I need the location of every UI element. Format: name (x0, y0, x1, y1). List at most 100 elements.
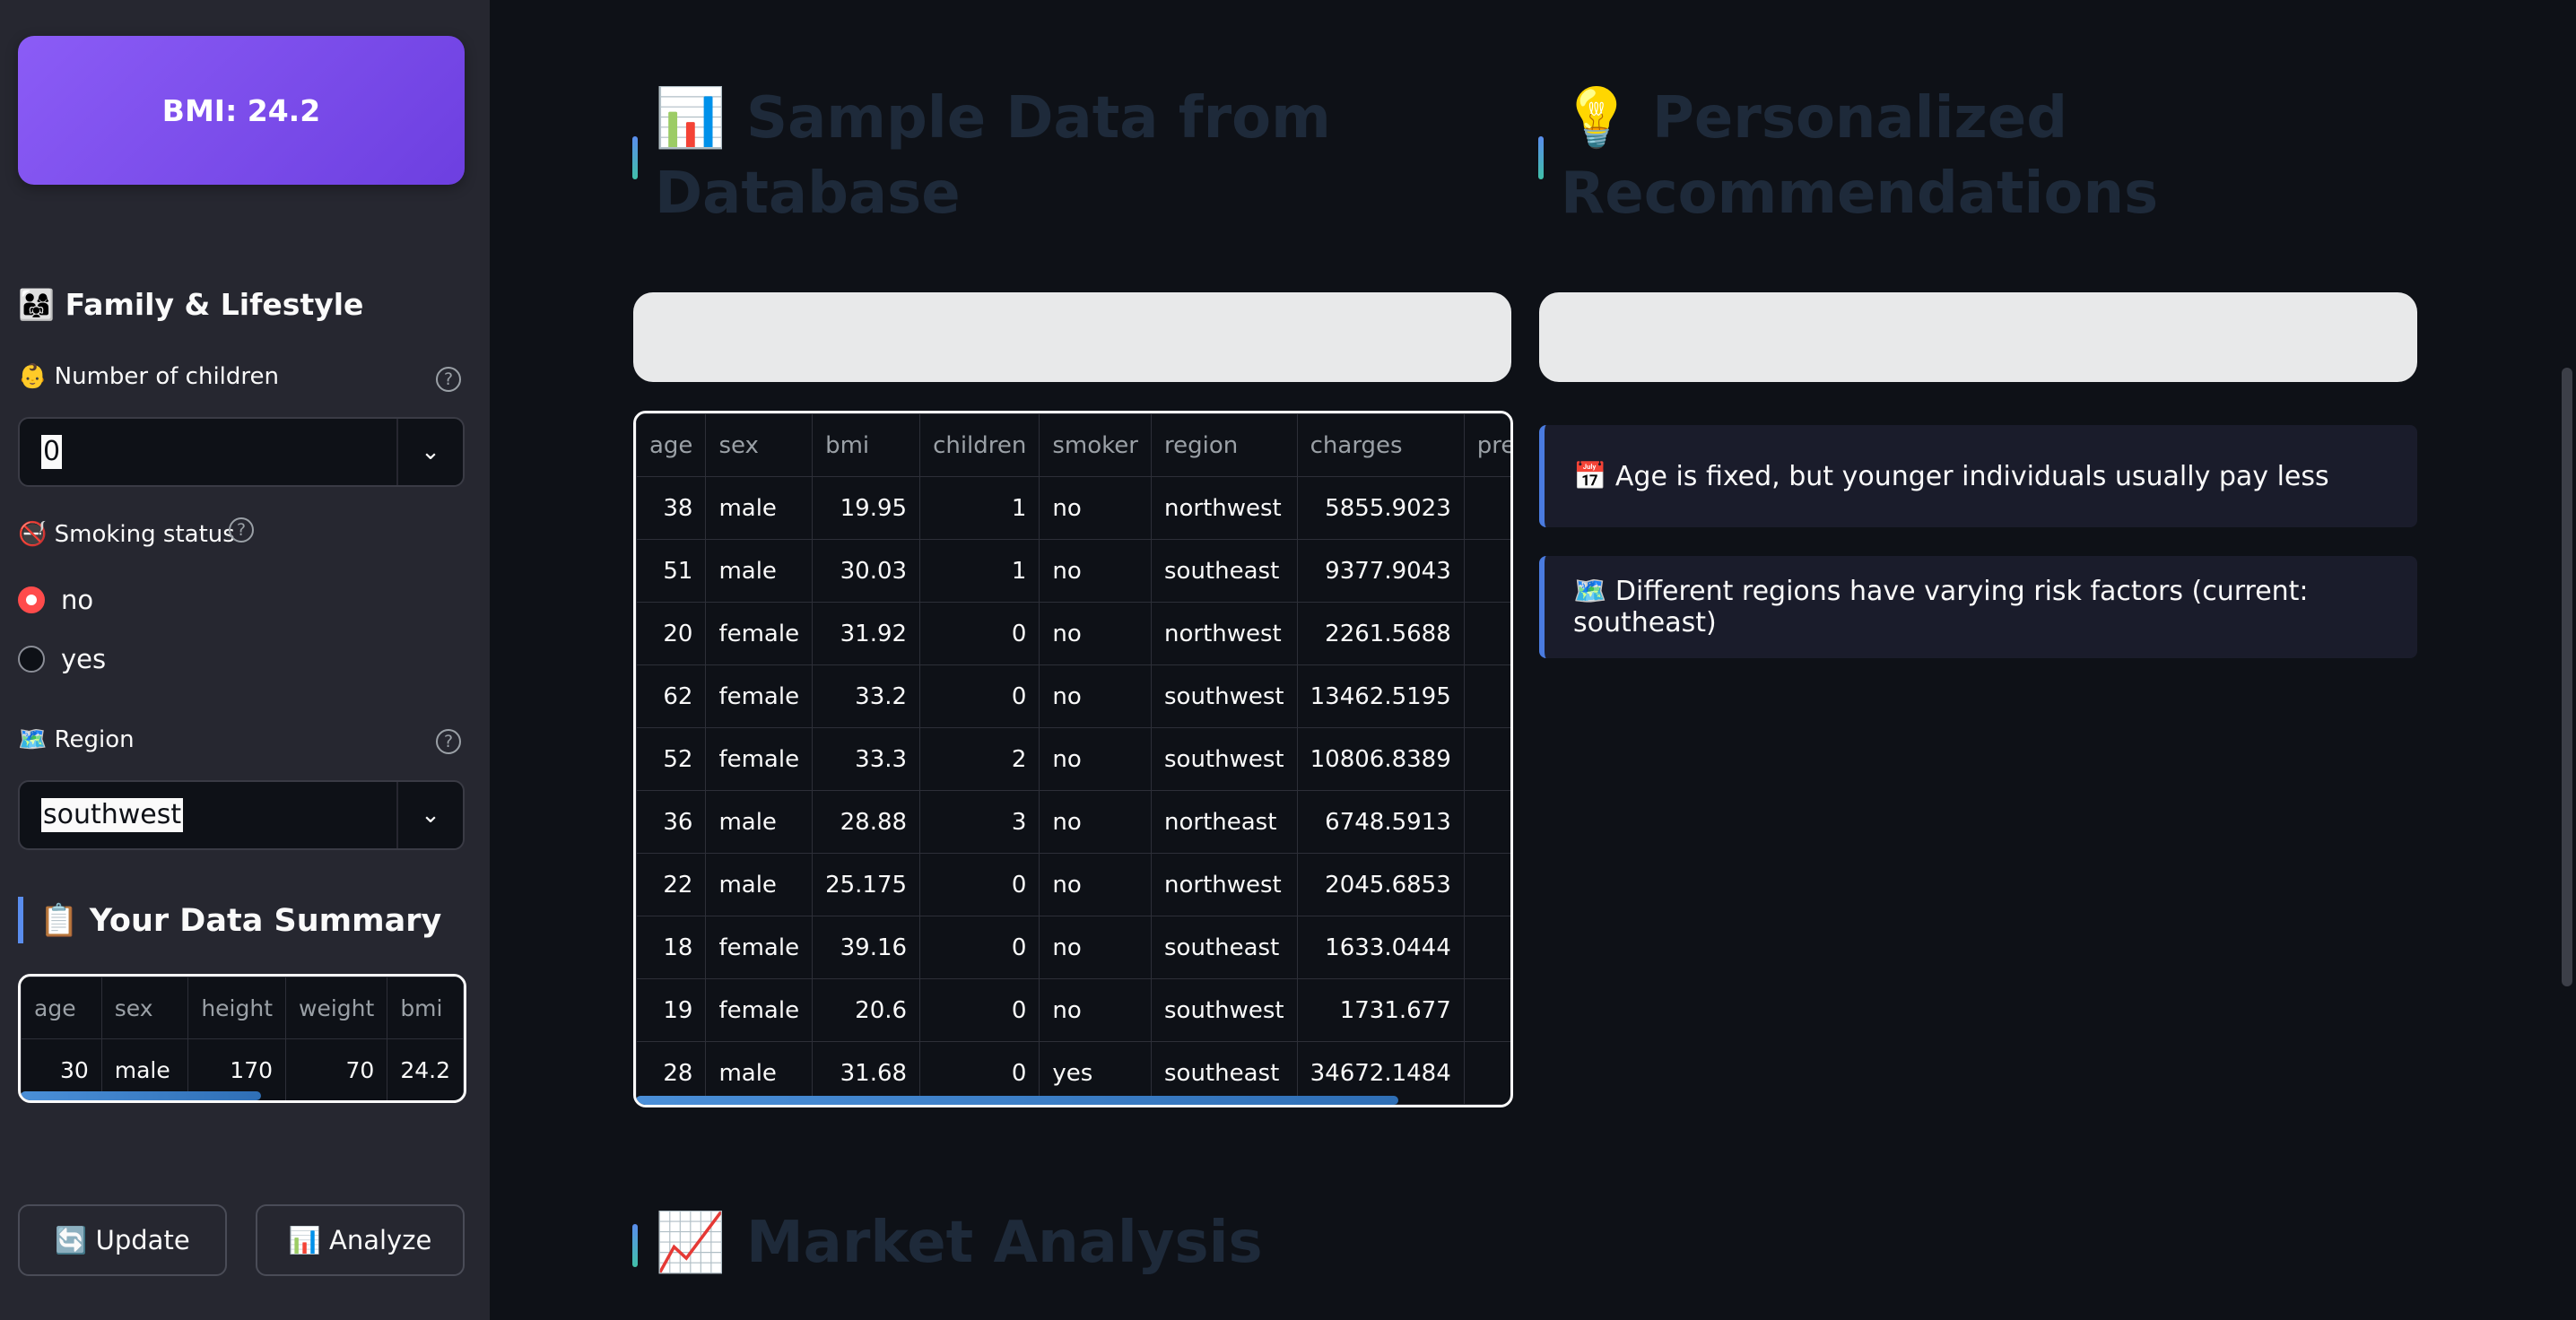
table-cell[interactable]: 33.2 (812, 664, 921, 728)
table-cell[interactable]: 24.2 (387, 1038, 464, 1100)
table-cell[interactable] (1463, 853, 1510, 916)
table-cell[interactable]: southwest (1151, 727, 1298, 791)
sample-data-table[interactable]: age sex bmi children smoker region charg… (633, 411, 1513, 1107)
table-cell[interactable]: 34672.1484 (1296, 1041, 1465, 1105)
table-cell[interactable]: female (705, 602, 814, 665)
table-cell[interactable]: southwest (1151, 664, 1298, 728)
table-cell[interactable]: 0 (919, 664, 1040, 728)
smoking-radio-yes[interactable]: yes (18, 644, 106, 674)
table-cell[interactable]: 0 (919, 916, 1040, 979)
column-header[interactable]: children (919, 413, 1040, 477)
column-header[interactable]: age (636, 413, 707, 477)
region-select-value[interactable]: southwest (41, 798, 184, 832)
column-header[interactable]: sex (705, 413, 814, 477)
table-cell[interactable]: 25.175 (812, 853, 921, 916)
main-scrollbar[interactable] (2558, 0, 2576, 1320)
table-cell[interactable]: 19.95 (812, 476, 921, 540)
table-cell[interactable]: northwest (1151, 853, 1298, 916)
table-cell[interactable]: 1 (919, 476, 1040, 540)
column-header[interactable]: bmi (387, 977, 464, 1039)
table-cell[interactable]: 70 (285, 1038, 388, 1100)
table-cell[interactable]: 3 (919, 790, 1040, 854)
table-cell[interactable]: 1 (1463, 727, 1510, 791)
table-cell[interactable]: 30.03 (812, 539, 921, 603)
table-cell[interactable]: southeast (1151, 539, 1298, 603)
table-cell[interactable]: no (1039, 602, 1152, 665)
table-cell[interactable]: no (1039, 727, 1152, 791)
table-cell[interactable]: 3 (1463, 1041, 1510, 1105)
table-cell[interactable]: 51 (636, 539, 707, 603)
table-cell[interactable]: 22 (636, 853, 707, 916)
table-cell[interactable]: 1 (1463, 664, 1510, 728)
radio-unselected-icon[interactable] (18, 646, 45, 673)
column-header[interactable]: height (187, 977, 287, 1039)
table-cell[interactable]: 6748.5913 (1296, 790, 1465, 854)
table-cell[interactable]: 0 (919, 602, 1040, 665)
table-cell[interactable]: 10806.8389 (1296, 727, 1465, 791)
table-cell[interactable]: 2 (919, 727, 1040, 791)
table-cell[interactable]: southwest (1151, 978, 1298, 1042)
help-icon[interactable]: ? (436, 367, 461, 392)
table-cell[interactable]: female (705, 664, 814, 728)
table-cell[interactable]: yes (1039, 1041, 1152, 1105)
children-select-value[interactable]: 0 (41, 435, 63, 469)
help-icon[interactable]: ? (229, 517, 254, 543)
column-header[interactable]: charges (1296, 413, 1465, 477)
chevron-down-icon[interactable]: ⌄ (396, 419, 463, 485)
table-cell[interactable]: 0 (919, 1041, 1040, 1105)
table-cell[interactable]: 38 (636, 476, 707, 540)
table-cell[interactable]: 39.16 (812, 916, 921, 979)
table-cell[interactable]: male (705, 853, 814, 916)
table-cell[interactable]: 1 (919, 539, 1040, 603)
column-header[interactable]: predic (1463, 413, 1510, 477)
table-cell[interactable] (1463, 916, 1510, 979)
table-cell[interactable]: 20 (636, 602, 707, 665)
table-cell[interactable] (1463, 978, 1510, 1042)
table-cell[interactable]: female (705, 978, 814, 1042)
table-cell[interactable]: southeast (1151, 1041, 1298, 1105)
horizontal-scrollbar[interactable] (21, 1091, 261, 1100)
table-cell[interactable]: male (705, 539, 814, 603)
table-cell[interactable]: 9377.9043 (1296, 539, 1465, 603)
table-cell[interactable]: 31.92 (812, 602, 921, 665)
table-cell[interactable]: female (705, 916, 814, 979)
column-header[interactable]: region (1151, 413, 1298, 477)
table-cell[interactable]: 28 (636, 1041, 707, 1105)
table-cell[interactable]: 5855.9023 (1296, 476, 1465, 540)
radio-selected-icon[interactable] (18, 586, 45, 613)
smoking-radio-no[interactable]: no (18, 585, 93, 615)
table-cell[interactable]: 0 (919, 978, 1040, 1042)
table-cell[interactable]: 52 (636, 727, 707, 791)
table-cell[interactable]: 18 (636, 916, 707, 979)
table-cell[interactable]: male (705, 790, 814, 854)
table-cell[interactable] (1463, 602, 1510, 665)
table-cell[interactable]: 0 (919, 853, 1040, 916)
horizontal-scrollbar[interactable] (636, 1096, 1398, 1105)
table-cell[interactable]: male (705, 1041, 814, 1105)
table-cell[interactable]: no (1039, 476, 1152, 540)
column-header[interactable]: weight (285, 977, 388, 1039)
table-cell[interactable]: 1 (1463, 539, 1510, 603)
table-cell[interactable]: female (705, 727, 814, 791)
table-cell[interactable] (1463, 476, 1510, 540)
table-cell[interactable]: 31.68 (812, 1041, 921, 1105)
summary-table[interactable]: age sex height weight bmi 30 male 170 70… (18, 974, 466, 1103)
column-header[interactable]: smoker (1039, 413, 1152, 477)
column-header[interactable]: bmi (812, 413, 921, 477)
table-cell[interactable]: 62 (636, 664, 707, 728)
table-cell[interactable]: no (1039, 978, 1152, 1042)
region-select[interactable]: southwest ⌄ (18, 780, 465, 850)
table-cell[interactable]: no (1039, 790, 1152, 854)
children-select[interactable]: 0 ⌄ (18, 417, 465, 487)
table-cell[interactable]: 28.88 (812, 790, 921, 854)
table-cell[interactable]: male (705, 476, 814, 540)
table-cell[interactable]: southeast (1151, 916, 1298, 979)
table-cell[interactable]: no (1039, 539, 1152, 603)
analyze-button[interactable]: 📊 Analyze (256, 1204, 465, 1276)
table-cell[interactable]: 36 (636, 790, 707, 854)
table-cell[interactable]: northwest (1151, 602, 1298, 665)
update-button[interactable]: 🔄 Update (18, 1204, 227, 1276)
table-cell[interactable]: 1633.0444 (1296, 916, 1465, 979)
table-cell[interactable]: 33.3 (812, 727, 921, 791)
table-cell[interactable]: 19 (636, 978, 707, 1042)
